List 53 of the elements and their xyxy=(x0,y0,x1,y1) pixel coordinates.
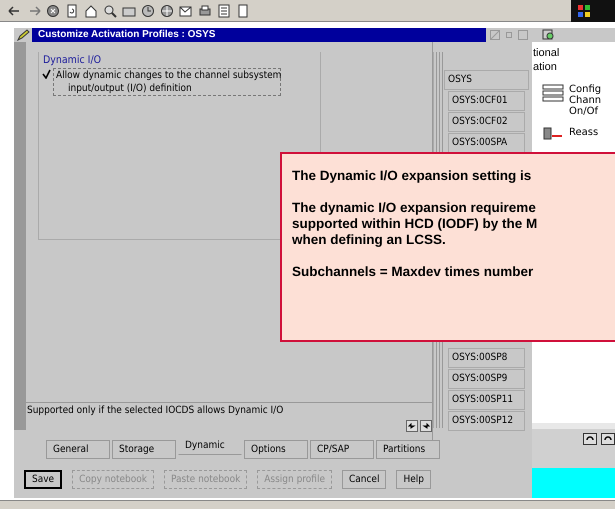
mail-icon[interactable] xyxy=(179,4,193,18)
profile-tab[interactable]: OSYS xyxy=(444,70,529,90)
tab[interactable]: Options xyxy=(244,440,308,459)
checkbox[interactable] xyxy=(41,68,51,79)
refresh-icon[interactable] xyxy=(65,4,79,18)
label-text: tional xyxy=(533,46,560,60)
printer-icon[interactable] xyxy=(198,4,212,18)
profile-tab[interactable]: OSYS:00SPA xyxy=(448,133,525,153)
callout-text: Subchannels = Maxdev times number xyxy=(292,264,534,280)
button[interactable]: Help xyxy=(396,470,431,489)
search-icon[interactable] xyxy=(103,4,117,18)
reassign-icon[interactable] xyxy=(542,127,564,141)
tab[interactable]: Partitions xyxy=(376,440,440,459)
undo-icon[interactable] xyxy=(601,433,615,445)
item-label: Chann xyxy=(569,95,602,106)
tab[interactable]: General xyxy=(46,440,110,459)
checkmark-icon xyxy=(42,68,50,78)
right-arrow-icon[interactable] xyxy=(420,420,432,432)
item-label: On/Of xyxy=(569,106,600,117)
group-title: Dynamic I/O xyxy=(43,54,102,66)
profile-tab[interactable]: OSYS:0CF02 xyxy=(448,112,525,132)
back-arrow-icon[interactable] xyxy=(8,4,22,18)
checkbox-label[interactable]: Allow dynamic changes to the channel subsystem input/output (I/O) definition xyxy=(53,68,281,96)
forward-arrow-icon[interactable] xyxy=(27,4,41,18)
tab[interactable]: Storage xyxy=(112,440,176,459)
globe-icon[interactable] xyxy=(160,4,174,18)
left-arrow-icon[interactable] xyxy=(406,420,418,432)
callout-text: The Dynamic I/O expansion setting is xyxy=(292,168,532,184)
item-label: Config xyxy=(569,84,602,95)
profile-tab[interactable]: OSYS:00SP9 xyxy=(448,369,525,389)
scroll-bar[interactable] xyxy=(0,500,615,509)
tab[interactable]: CP/SAP xyxy=(310,440,374,459)
magnifier-icon[interactable] xyxy=(542,29,556,41)
stop-icon[interactable] xyxy=(46,4,60,18)
button[interactable]: Cancel xyxy=(342,470,386,489)
label-text: ation xyxy=(533,60,558,74)
page-icon[interactable] xyxy=(236,4,250,18)
clock-icon[interactable] xyxy=(141,4,155,18)
document-icon[interactable] xyxy=(217,4,231,18)
window-title: Customize Activation Profiles : OSYS xyxy=(32,28,486,42)
profile-tab[interactable]: OSYS:00SP8 xyxy=(448,348,525,368)
channel-icon[interactable] xyxy=(542,84,564,102)
item-label: Reass xyxy=(569,127,598,138)
pencil-icon[interactable] xyxy=(16,29,30,41)
status-text: Supported only if the selected IOCDS allows Dynamic I/O xyxy=(27,405,284,416)
button[interactable]: Save xyxy=(24,470,62,489)
home-icon[interactable] xyxy=(84,4,98,18)
profile-tab[interactable]: OSYS:00SP11 xyxy=(448,390,525,410)
profile-tab[interactable]: OSYS:0CF01 xyxy=(448,91,525,111)
undo-icon[interactable] xyxy=(583,433,597,445)
callout-text: The dynamic I/O expansion requireme supported within HCD (IODF) by the M when defining an LCSS. xyxy=(292,200,538,248)
windows-logo-icon[interactable] xyxy=(577,4,591,18)
profile-tab[interactable]: OSYS:00SP12 xyxy=(448,411,525,431)
